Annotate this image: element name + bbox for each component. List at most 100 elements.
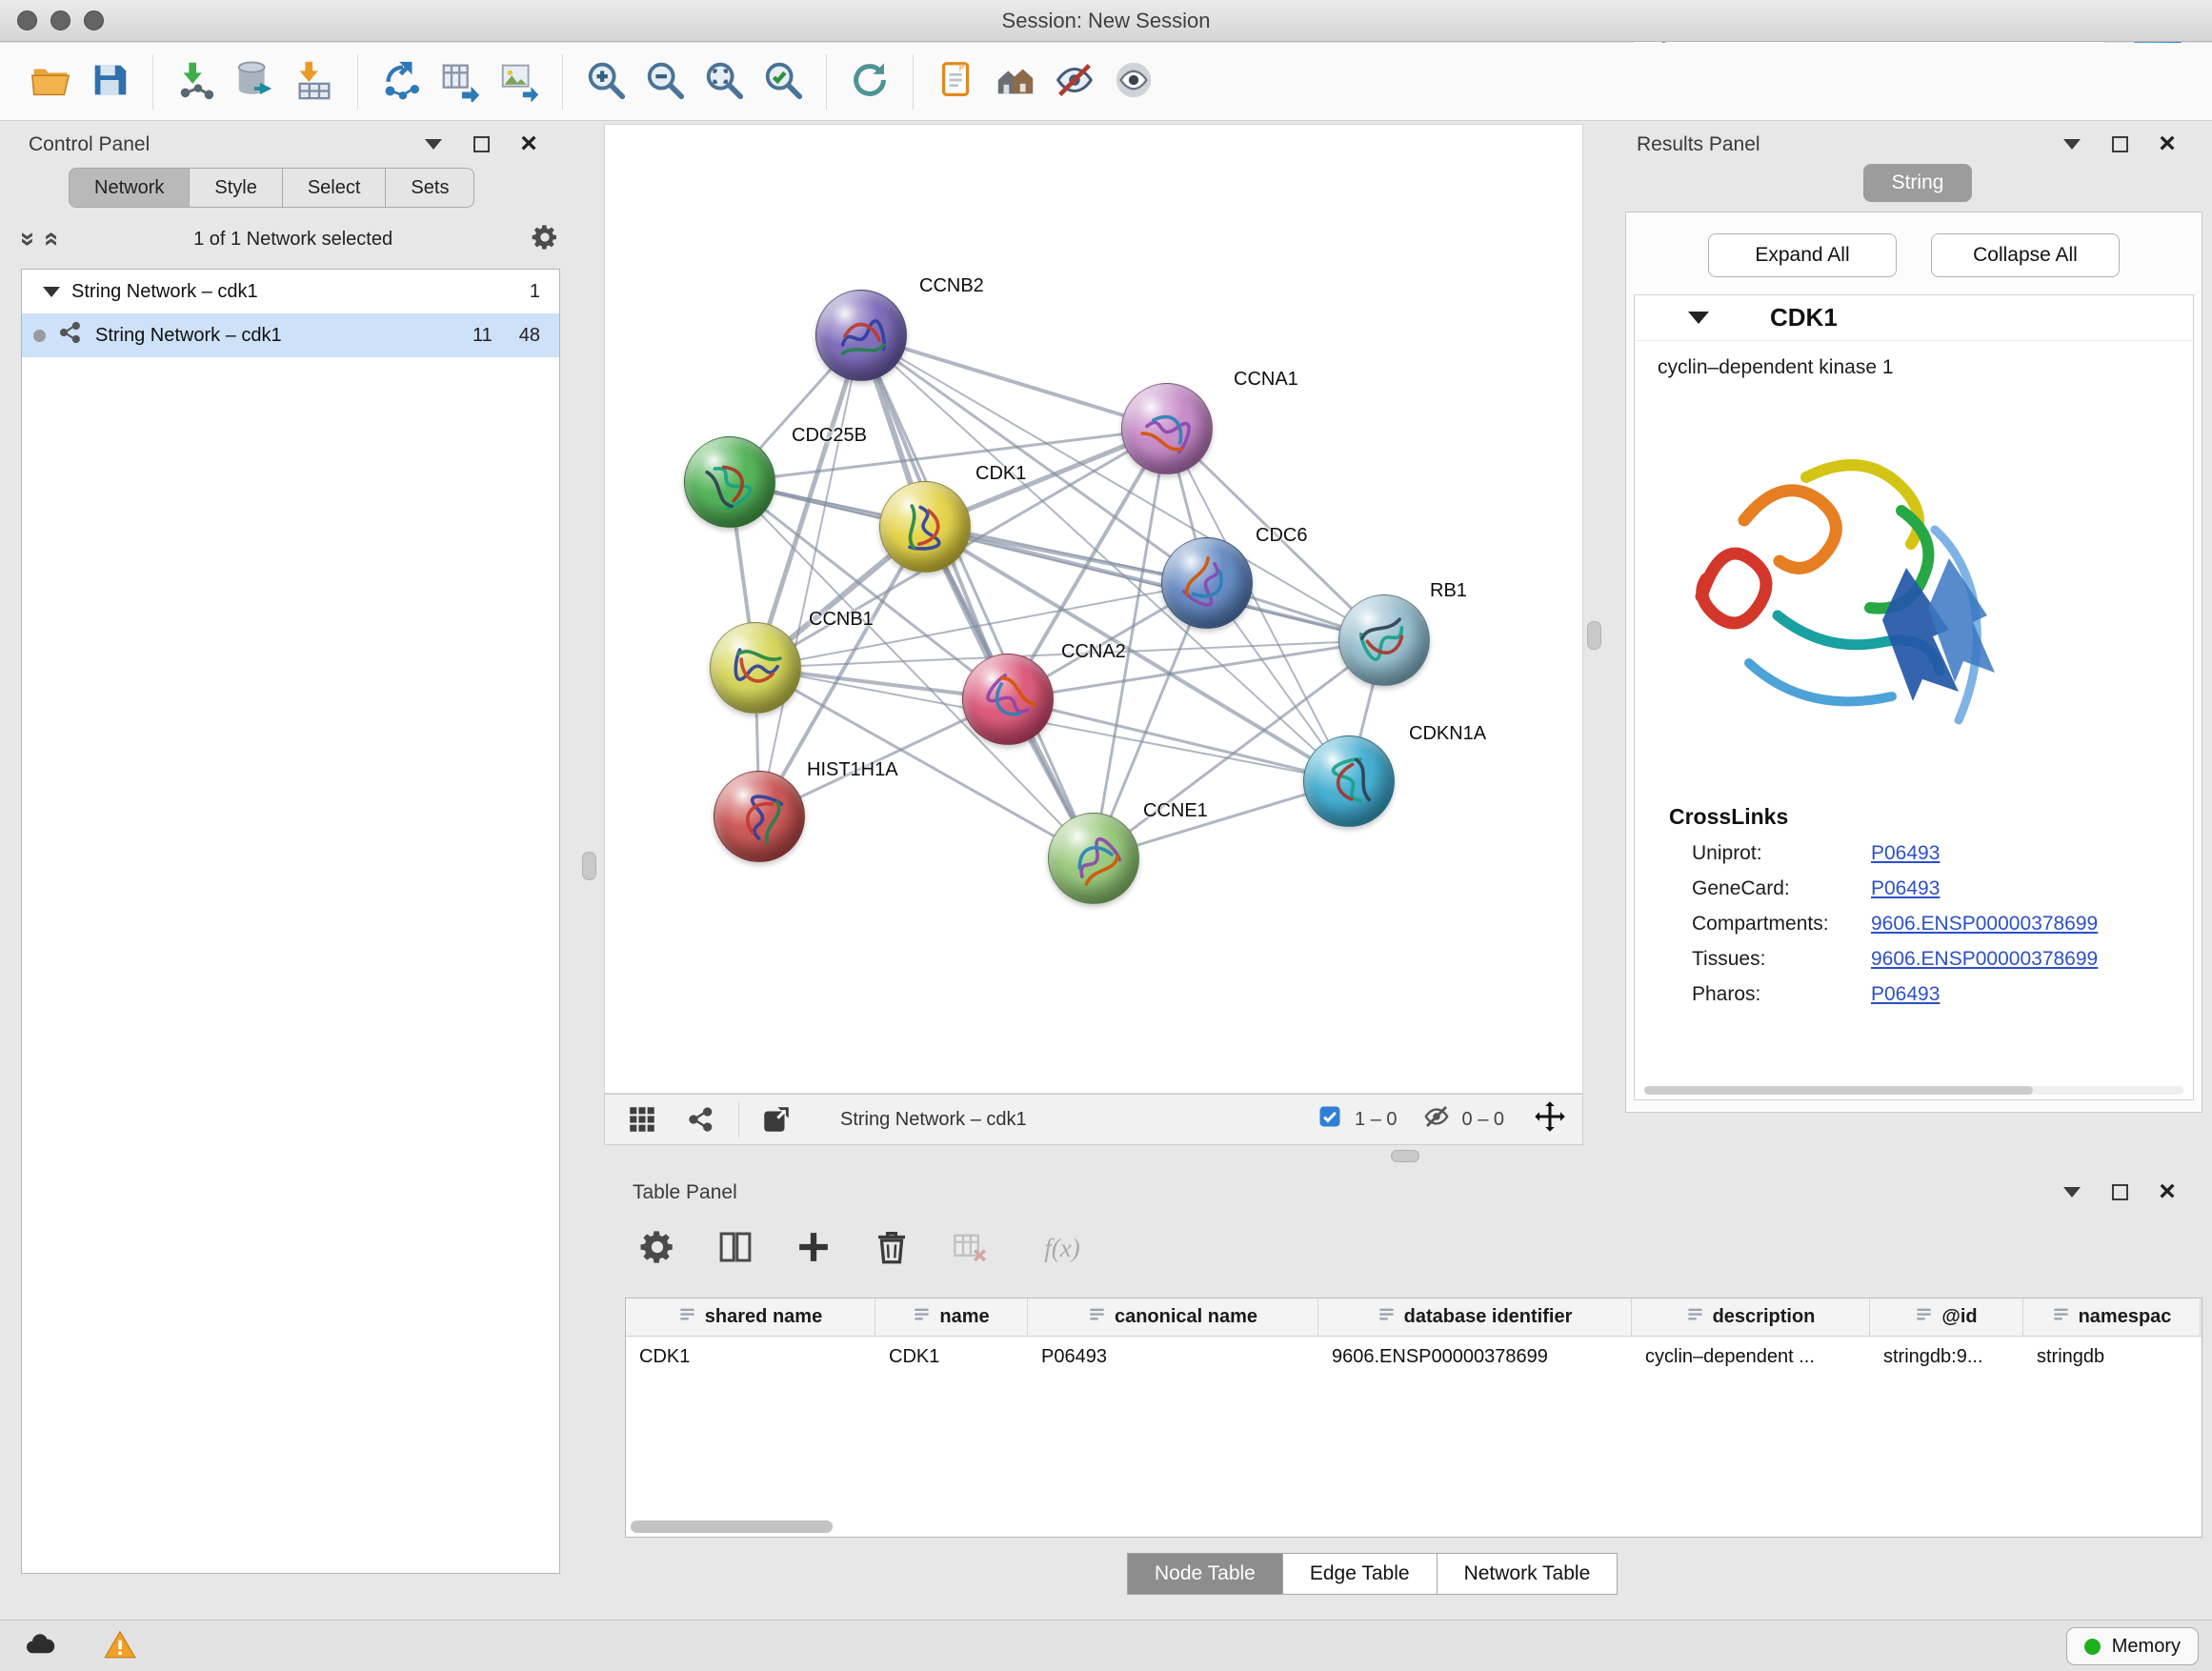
network-canvas[interactable]: CCNB2CCNA1CDC25BCDK1CDC6RB1CCNB1CCNA2CDK…: [604, 124, 1583, 1094]
settings-gear-button[interactable]: [631, 1221, 684, 1275]
grid-view-button[interactable]: [620, 1098, 664, 1140]
hidden-eye-icon[interactable]: [1422, 1102, 1451, 1137]
network-node-cdk1[interactable]: [879, 481, 971, 573]
collapse-panel-icon[interactable]: [2060, 1179, 2084, 1204]
network-node-ccna2[interactable]: [962, 654, 1054, 745]
string-tab-badge[interactable]: String: [1863, 164, 1972, 202]
column-header-description[interactable]: description: [1632, 1299, 1870, 1336]
network-node-cdc6[interactable]: [1161, 537, 1253, 629]
network-node-cdc25b[interactable]: [684, 436, 775, 528]
collapse-panel-icon[interactable]: [2060, 131, 2084, 156]
save-session-button[interactable]: [80, 51, 139, 112]
minimize-window-button[interactable]: [50, 10, 70, 30]
crosslink-link[interactable]: P06493: [1871, 983, 1940, 1006]
float-panel-icon[interactable]: [2107, 131, 2132, 156]
hide-selected-icon: [1053, 58, 1096, 105]
close-panel-icon[interactable]: ×: [2155, 1179, 2180, 1204]
delete-columns-button[interactable]: [865, 1221, 918, 1275]
splitter-handle-right[interactable]: [1587, 621, 1601, 650]
tab-style[interactable]: Style: [190, 168, 282, 208]
tab-network-table[interactable]: Network Table: [1438, 1553, 1619, 1595]
splitter-handle-left[interactable]: [582, 852, 596, 880]
network-collection-row[interactable]: String Network – cdk1 1: [22, 270, 559, 313]
import-table-from-file-button[interactable]: [285, 51, 344, 112]
export-image-button[interactable]: [490, 51, 549, 112]
section-collapse-caret-icon[interactable]: [1688, 312, 1709, 324]
network-node-ccne1[interactable]: [1048, 813, 1139, 904]
function-builder-button[interactable]: f(x): [1021, 1221, 1103, 1275]
column-sort-icon: [678, 1305, 696, 1329]
expand-all-icon[interactable]: »: [39, 232, 58, 247]
table-row[interactable]: CDK1CDK1P064939606.ENSP00000378699cyclin…: [626, 1337, 2202, 1377]
share-network-button[interactable]: [679, 1098, 723, 1140]
protein-section-header[interactable]: CDK1: [1635, 295, 2193, 341]
crosslink-link[interactable]: 9606.ENSP00000378699: [1871, 913, 2098, 936]
import-network-from-file-button[interactable]: [167, 51, 226, 112]
zoom-fit-content-button[interactable]: [694, 51, 754, 112]
column-header--id[interactable]: @id: [1870, 1299, 2023, 1336]
tab-select[interactable]: Select: [283, 168, 387, 208]
tab-sets[interactable]: Sets: [386, 168, 474, 208]
network-node-ccnb2[interactable]: [815, 290, 907, 381]
first-neighbors-button[interactable]: [986, 51, 1045, 112]
float-panel-icon[interactable]: [469, 131, 493, 156]
network-node-hist1h1a[interactable]: [714, 771, 805, 862]
network-edge[interactable]: [861, 335, 1167, 429]
float-panel-icon[interactable]: [2107, 1179, 2132, 1204]
tree-expand-caret-icon[interactable]: [43, 287, 60, 297]
open-session-button[interactable]: [21, 51, 80, 112]
column-header-canonical-name[interactable]: canonical name: [1028, 1299, 1318, 1336]
zoom-window-button[interactable]: [84, 10, 104, 30]
crosslink-link[interactable]: P06493: [1871, 842, 1940, 865]
results-scrollbar[interactable]: [1644, 1086, 2183, 1095]
node-label-ccnb2: CCNB2: [919, 275, 984, 297]
network-edge[interactable]: [759, 335, 861, 816]
close-panel-icon[interactable]: ×: [2155, 131, 2180, 156]
new-network-from-selection-button[interactable]: [372, 51, 431, 112]
table-cell: stringdb:9...: [1870, 1337, 2023, 1377]
warning-button[interactable]: [95, 1627, 145, 1665]
hide-selected-button[interactable]: [1045, 51, 1104, 112]
column-header-shared-name[interactable]: shared name: [626, 1299, 875, 1336]
close-window-button[interactable]: [17, 10, 37, 30]
network-node-cdkn1a[interactable]: [1303, 735, 1395, 827]
splitter-handle-bottom[interactable]: [1391, 1150, 1419, 1162]
network-edge[interactable]: [1008, 699, 1349, 781]
apply-preferred-layout-button[interactable]: [840, 51, 899, 112]
network-edges: [605, 125, 1582, 1093]
zoom-selected-region-button[interactable]: [754, 51, 813, 112]
selected-checkbox-icon[interactable]: [1317, 1103, 1343, 1136]
tab-network[interactable]: Network: [69, 168, 190, 208]
expand-all-button[interactable]: Expand All: [1708, 233, 1897, 277]
cloud-button[interactable]: [15, 1627, 65, 1665]
collapse-panel-icon[interactable]: [421, 131, 446, 156]
tab-edge-table[interactable]: Edge Table: [1283, 1553, 1438, 1595]
column-header-name[interactable]: name: [875, 1299, 1028, 1336]
network-node-ccna1[interactable]: [1121, 383, 1213, 474]
table-horizontal-scrollbar[interactable]: [631, 1520, 833, 1533]
delete-table-button[interactable]: [943, 1221, 996, 1275]
select-columns-button[interactable]: [709, 1221, 762, 1275]
pan-move-icon[interactable]: [1533, 1099, 1567, 1139]
network-options-gear-icon[interactable]: [530, 222, 560, 257]
network-node-ccnb1[interactable]: [710, 622, 801, 714]
column-sort-icon: [1088, 1305, 1106, 1329]
network-node-rb1[interactable]: [1338, 594, 1430, 686]
open-in-new-window-button[interactable]: [754, 1098, 798, 1140]
crosslink-link[interactable]: P06493: [1871, 877, 1940, 900]
tab-node-table[interactable]: Node Table: [1127, 1553, 1283, 1595]
import-from-clipboard-button[interactable]: [927, 51, 986, 112]
network-row[interactable]: String Network – cdk1 11 48: [22, 313, 559, 357]
show-all-button[interactable]: [1104, 51, 1163, 112]
export-table-button[interactable]: [431, 51, 490, 112]
create-column-button[interactable]: [787, 1221, 840, 1275]
column-header-namespac[interactable]: namespac: [2023, 1299, 2201, 1336]
zoom-in-button[interactable]: [576, 51, 635, 112]
close-panel-icon[interactable]: ×: [516, 131, 541, 156]
crosslink-link[interactable]: 9606.ENSP00000378699: [1871, 948, 2098, 971]
collapse-all-button[interactable]: Collapse All: [1931, 233, 2120, 277]
zoom-out-button[interactable]: [635, 51, 694, 112]
memory-button[interactable]: Memory: [2066, 1627, 2199, 1665]
column-header-database-identifier[interactable]: database identifier: [1318, 1299, 1632, 1336]
import-network-from-database-button[interactable]: [226, 51, 285, 112]
